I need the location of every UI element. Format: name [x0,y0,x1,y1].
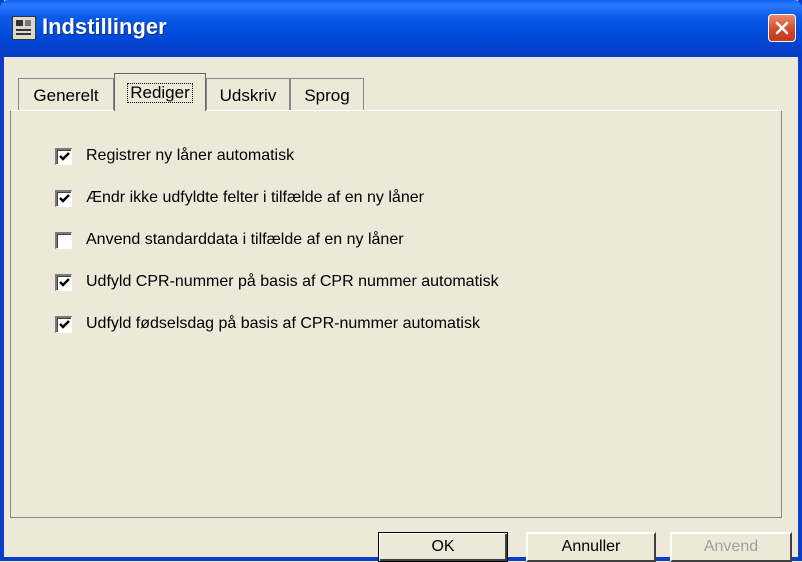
window-title: Indstillinger [42,14,167,39]
tab-rediger[interactable]: Rediger [114,73,206,111]
checkbox[interactable] [55,273,72,291]
cancel-button[interactable]: Annuller [526,532,656,562]
option-register-new-borrower[interactable]: Registrer ny låner automatisk [55,145,294,167]
rediger-panel: Registrer ny låner automatisk Ændr ikke … [10,110,782,518]
tab-generelt[interactable]: Generelt [18,78,114,110]
tab-rediger-label: Rediger [127,83,193,103]
checkbox-label: Udfyld CPR-nummer på basis af CPR nummer… [86,273,499,290]
app-icon [12,16,36,40]
tab-udskriv[interactable]: Udskriv [206,78,290,110]
check-icon [58,152,70,161]
checkbox-label: Udfyld fødselsdag på basis af CPR-nummer… [86,315,480,332]
checkbox[interactable] [55,315,72,333]
tab-sprog-label: Sprog [304,86,350,105]
apply-button[interactable]: Anvend [670,532,792,562]
close-button[interactable] [768,14,796,42]
close-icon [775,21,789,35]
check-icon [58,278,70,287]
checkbox[interactable] [55,231,72,249]
checkbox-label: Anvend standarddata i tilfælde af en ny … [86,231,404,248]
option-keep-filled-fields[interactable]: Ændr ikke udfyldte felter i tilfælde af … [55,187,424,209]
tab-udskriv-label: Udskriv [219,86,277,105]
ok-button[interactable]: OK [378,532,508,562]
checkbox[interactable] [55,147,72,165]
checkbox-label: Registrer ny låner automatisk [86,147,295,164]
option-fill-cpr-number[interactable]: Udfyld CPR-nummer på basis af CPR nummer… [55,271,499,293]
tab-generelt-label: Generelt [33,86,99,105]
check-icon [58,194,70,203]
title-bar[interactable]: Indstillinger [0,0,802,57]
checkbox-label: Ændr ikke udfyldte felter i tilfælde af … [86,189,424,206]
tab-sprog[interactable]: Sprog [290,78,364,110]
option-fill-birthday[interactable]: Udfyld fødselsdag på basis af CPR-nummer… [55,313,480,335]
option-use-standard-data[interactable]: Anvend standarddata i tilfælde af en ny … [55,229,404,251]
check-icon [58,320,70,329]
checkbox[interactable] [55,189,72,207]
